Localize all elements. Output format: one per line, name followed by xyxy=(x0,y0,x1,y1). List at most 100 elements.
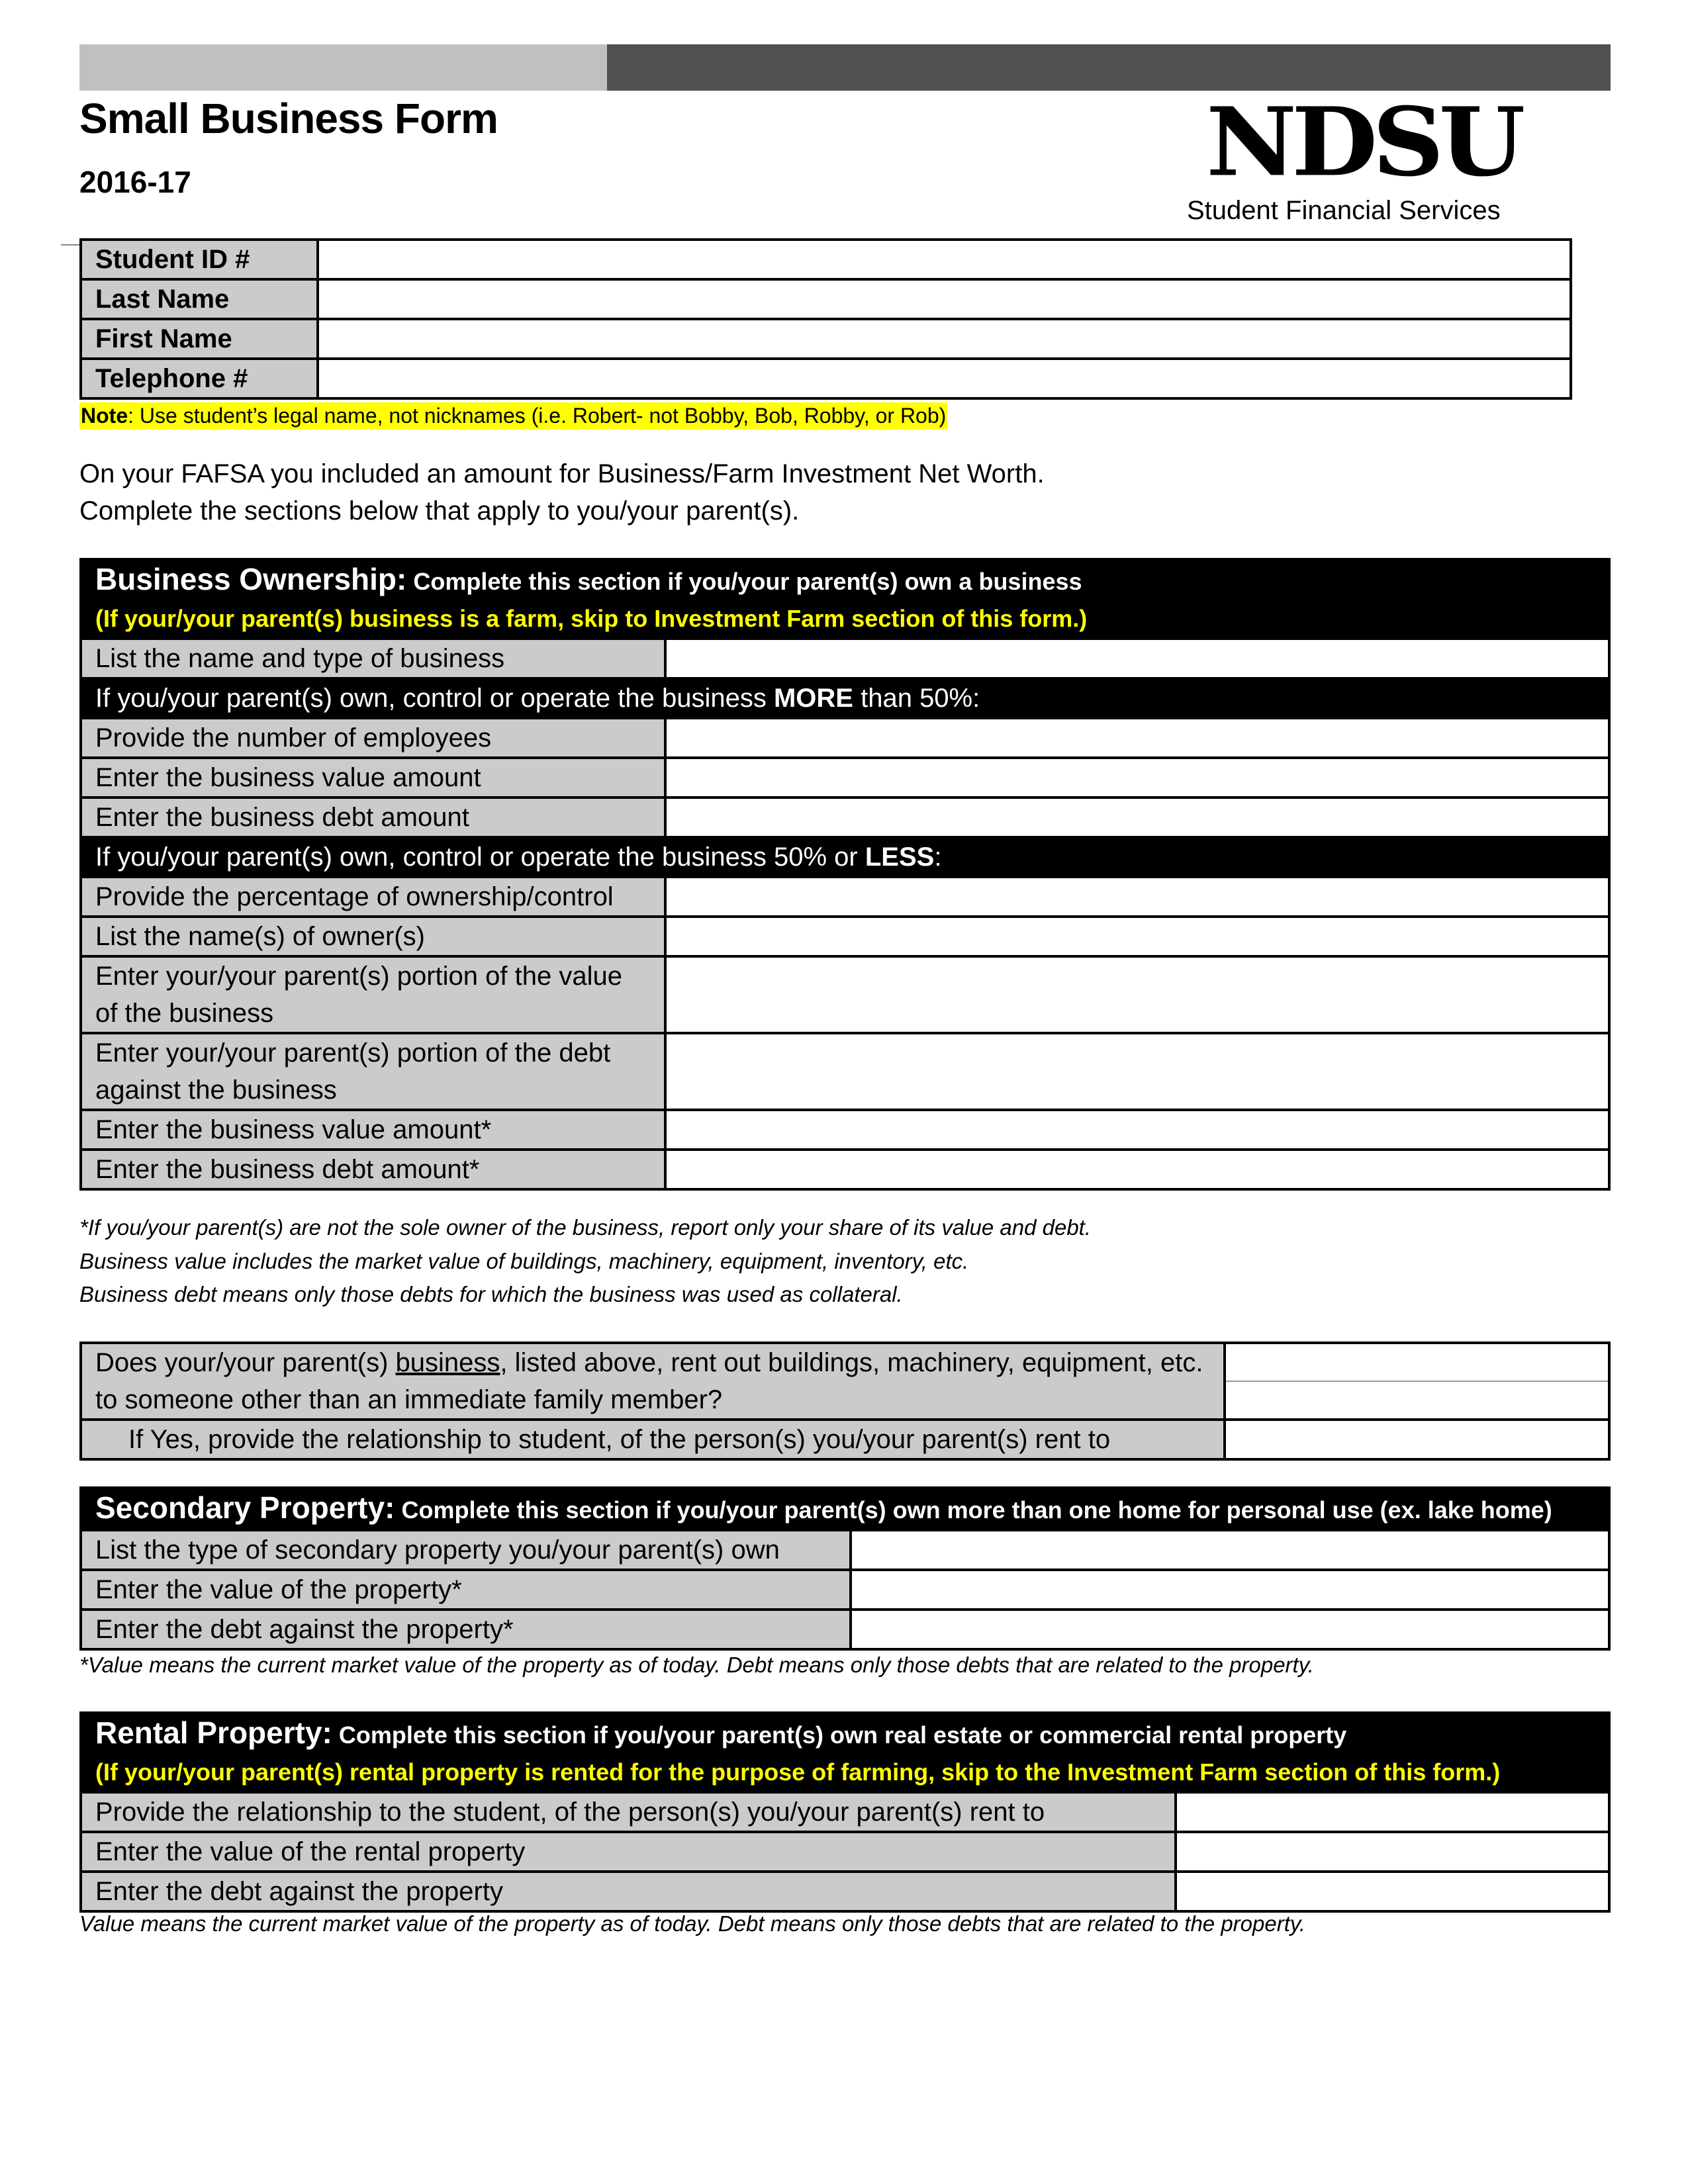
form-row: Provide the number of employees xyxy=(79,717,1611,759)
portion-debt-input[interactable] xyxy=(664,1032,1611,1111)
rent-relationship-input[interactable] xyxy=(1223,1418,1611,1461)
field-label: Telephone # xyxy=(79,357,319,400)
field-label: List the type of secondary property you/… xyxy=(79,1529,852,1571)
farm-skip-warning: (If your/your parent(s) business is a fa… xyxy=(95,605,1088,632)
field-label: Provide the number of employees xyxy=(79,717,667,759)
telephone-input[interactable] xyxy=(316,357,1572,400)
owner-names-input[interactable] xyxy=(664,915,1611,958)
question-text: Does your/your parent(s) xyxy=(95,1348,396,1377)
share-value-input[interactable] xyxy=(664,1109,1611,1151)
last-name-row: Last Name xyxy=(79,278,1572,320)
rental-relationship-input[interactable] xyxy=(1174,1791,1611,1833)
form-row: List the name and type of business xyxy=(79,637,1611,680)
portion-value-input[interactable] xyxy=(664,955,1611,1034)
note-text: : Use student’s legal name, not nickname… xyxy=(128,404,947,428)
form-row: Enter the business value amount xyxy=(79,756,1611,799)
followup-label: If Yes, provide the relationship to stud… xyxy=(79,1418,1226,1461)
intro-line-2: Complete the sections below that apply t… xyxy=(79,496,800,525)
footnote: Value means the current market value of … xyxy=(79,1911,1306,1936)
field-label: Enter the business debt amount* xyxy=(79,1148,667,1191)
section-description: Complete this section if you/your parent… xyxy=(332,1721,1347,1749)
business-debt-input[interactable] xyxy=(664,796,1611,839)
rental-property-table: Rental Property: Complete this section i… xyxy=(79,1711,1611,1913)
share-debt-input[interactable] xyxy=(664,1148,1611,1191)
section-description: Complete this section if you/your parent… xyxy=(406,568,1082,595)
last-name-input[interactable] xyxy=(316,278,1572,320)
form-row: Enter the value of the property* xyxy=(79,1569,1611,1611)
field-label: Enter your/your parent(s) portion of the… xyxy=(79,955,667,1034)
question-emphasis: business xyxy=(395,1348,500,1377)
rent-out-answer-input[interactable] xyxy=(1223,1342,1611,1421)
section-title: Business Ownership: xyxy=(95,562,407,596)
field-label: List the name and type of business xyxy=(79,637,667,680)
header-bar-light xyxy=(79,44,607,91)
more-than-50-band: If you/your parent(s) own, control or op… xyxy=(79,677,1611,719)
farm-skip-warning: (If your/your parent(s) rental property … xyxy=(95,1758,1501,1786)
form-row: Enter your/your parent(s) portion of the… xyxy=(79,1032,1611,1111)
field-label: Enter your/your parent(s) portion of the… xyxy=(79,1032,667,1111)
rent-out-question-row: Does your/your parent(s) business, liste… xyxy=(79,1342,1611,1421)
secondary-type-input[interactable] xyxy=(849,1529,1611,1571)
form-row: Enter the business debt amount* xyxy=(79,1148,1611,1191)
field-label: First Name xyxy=(79,318,319,360)
ownership-percentage-input[interactable] xyxy=(664,876,1611,918)
student-id-input[interactable] xyxy=(316,238,1572,281)
first-name-row: First Name xyxy=(79,318,1572,360)
legal-name-note: Note: Use student’s legal name, not nick… xyxy=(79,402,948,430)
section-title: Rental Property: xyxy=(95,1715,332,1750)
student-info-table: Student ID # Last Name First Name Teleph… xyxy=(79,238,1572,400)
field-label: Student ID # xyxy=(79,238,319,281)
form-row: Provide the relationship to the student,… xyxy=(79,1791,1611,1833)
form-row: Enter the debt against the property* xyxy=(79,1608,1611,1651)
form-row: Enter the business value amount* xyxy=(79,1109,1611,1151)
ndsu-logo: NDSU xyxy=(1206,87,1525,198)
form-row: Enter your/your parent(s) portion of the… xyxy=(79,955,1611,1034)
section-header: Secondary Property: Complete this sectio… xyxy=(79,1486,1611,1531)
rent-out-table: Does your/your parent(s) business, liste… xyxy=(79,1342,1611,1461)
field-label: Enter the value of the rental property xyxy=(79,1831,1177,1873)
form-row: List the name(s) of owner(s) xyxy=(79,915,1611,958)
rental-debt-input[interactable] xyxy=(1174,1870,1611,1913)
first-name-input[interactable] xyxy=(316,318,1572,360)
secondary-property-table: Secondary Property: Complete this sectio… xyxy=(79,1486,1611,1651)
secondary-debt-input[interactable] xyxy=(849,1608,1611,1651)
footnote: *Value means the current market value of… xyxy=(79,1653,1314,1677)
field-label: Last Name xyxy=(79,278,319,320)
band-text: than 50%: xyxy=(853,684,980,713)
band-text: If you/your parent(s) own, control or op… xyxy=(95,684,774,713)
telephone-row: Telephone # xyxy=(79,357,1572,400)
header-bar-dark xyxy=(607,44,1611,91)
field-label: Enter the debt against the property xyxy=(79,1870,1177,1913)
band-text: : xyxy=(934,842,942,872)
footnote: Business debt means only those debts for… xyxy=(79,1282,903,1306)
intro-line-1: On your FAFSA you included an amount for… xyxy=(79,459,1045,488)
form-row: Enter the debt against the property xyxy=(79,1870,1611,1913)
page-title: Small Business Form xyxy=(79,95,498,142)
note-label: Note xyxy=(81,404,128,428)
band-emphasis: MORE xyxy=(773,684,853,713)
form-row: Enter the business debt amount xyxy=(79,796,1611,839)
field-label: Enter the value of the property* xyxy=(79,1569,852,1611)
question-label: Does your/your parent(s) business, liste… xyxy=(79,1342,1226,1421)
rental-value-input[interactable] xyxy=(1174,1831,1611,1873)
form-row: Enter the value of the rental property xyxy=(79,1831,1611,1873)
field-label: Enter the business debt amount xyxy=(79,796,667,839)
field-label: Provide the relationship to the student,… xyxy=(79,1791,1177,1833)
field-label: Enter the business value amount xyxy=(79,756,667,799)
secondary-value-input[interactable] xyxy=(849,1569,1611,1611)
section-header: Business Ownership: Complete this sectio… xyxy=(79,558,1611,640)
field-label: Enter the business value amount* xyxy=(79,1109,667,1151)
employees-input[interactable] xyxy=(664,717,1611,759)
form-row: Provide the percentage of ownership/cont… xyxy=(79,876,1611,918)
student-id-row: Student ID # xyxy=(79,238,1572,281)
section-header: Rental Property: Complete this section i… xyxy=(79,1711,1611,1794)
business-value-input[interactable] xyxy=(664,756,1611,799)
form-year: 2016-17 xyxy=(79,165,191,199)
section-title: Secondary Property: xyxy=(95,1490,395,1525)
footnote: *If you/your parent(s) are not the sole … xyxy=(79,1215,1092,1240)
business-name-input[interactable] xyxy=(664,637,1611,680)
field-label: Enter the debt against the property* xyxy=(79,1608,852,1651)
field-label: List the name(s) of owner(s) xyxy=(79,915,667,958)
form-row: List the type of secondary property you/… xyxy=(79,1529,1611,1571)
logo-subtitle: Student Financial Services xyxy=(1187,196,1501,225)
